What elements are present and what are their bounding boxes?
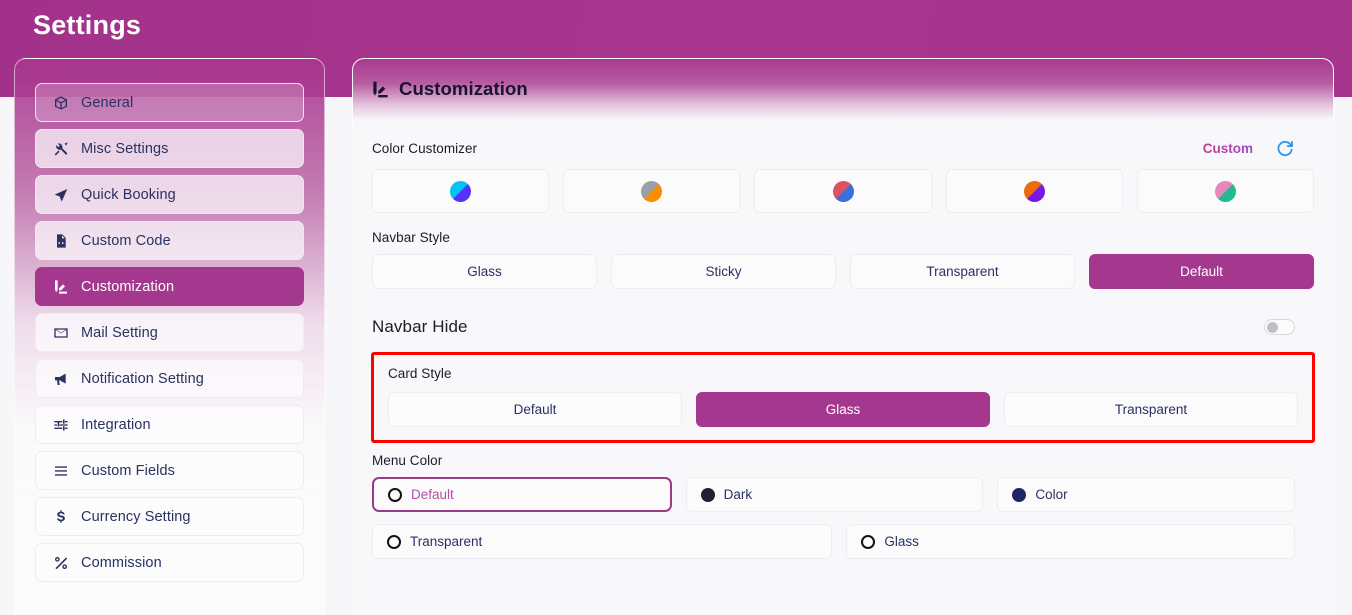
radio-circle-icon: [1012, 487, 1027, 502]
envelope-icon: [52, 324, 69, 341]
card-style-default[interactable]: Default: [388, 392, 682, 427]
custom-color-link[interactable]: Custom: [1203, 141, 1253, 156]
file-code-icon: [52, 232, 69, 249]
customization-panel: Customization Color Customizer Custom Na…: [352, 58, 1334, 615]
radio-circle-icon: [700, 487, 715, 502]
card-style-section: Card Style Default Glass Transparent: [371, 352, 1315, 443]
navbar-style-glass[interactable]: Glass: [372, 254, 597, 289]
sidebar-item-label: Commission: [81, 554, 162, 571]
sidebar-item-currency-setting[interactable]: Currency Setting: [35, 497, 304, 536]
navbar-style-transparent[interactable]: Transparent: [850, 254, 1075, 289]
color-swatch-orange-purple[interactable]: [945, 169, 1123, 213]
menu-color-option-label: Glass: [884, 534, 919, 549]
card-style-transparent[interactable]: Transparent: [1004, 392, 1298, 427]
menu-color-row-2: Transparent Glass: [372, 524, 1314, 559]
sidebar-item-quick-booking[interactable]: Quick Booking: [35, 175, 304, 214]
dollar-icon: [52, 508, 69, 525]
navbar-hide-label: Navbar Hide: [372, 317, 468, 336]
menu-color-option-label: Color: [1035, 487, 1068, 502]
color-customizer-label: Color Customizer: [372, 140, 478, 156]
color-swatch-red-blue[interactable]: [754, 169, 932, 213]
color-customizer-header: Color Customizer Custom: [372, 138, 1314, 158]
swatch-dot: [832, 180, 854, 202]
menu-color-option-label: Default: [411, 487, 454, 502]
card-style-label: Card Style: [388, 366, 452, 381]
menu-color-option-label: Dark: [723, 487, 753, 502]
menu-color-color[interactable]: Color: [997, 477, 1296, 512]
percent-icon: [52, 554, 69, 571]
cube-icon: [52, 94, 69, 111]
palette-icon: [52, 278, 69, 295]
sidebar-item-customization[interactable]: Customization: [35, 267, 304, 306]
menu-color-row-1: Default Dark Color: [372, 477, 1314, 512]
paper-plane-icon: [52, 186, 69, 203]
navbar-style-label: Navbar Style: [372, 230, 450, 245]
sidebar-item-general[interactable]: General: [35, 83, 304, 122]
navbar-style-options: Glass Sticky Transparent Default: [372, 254, 1314, 289]
navbar-style-default[interactable]: Default: [1089, 254, 1314, 289]
sidebar-item-label: Currency Setting: [81, 508, 191, 525]
panel-header: Customization: [353, 59, 1333, 119]
menu-color-label: Menu Color: [372, 453, 443, 468]
color-swatch-gray-orange[interactable]: [563, 169, 741, 213]
color-swatch-row: [372, 169, 1315, 213]
panel-title: Customization: [399, 78, 528, 99]
sidebar-item-label: Customization: [81, 278, 175, 295]
sidebar-item-label: Mail Setting: [81, 324, 158, 341]
sidebar-item-label: General: [81, 94, 134, 111]
menu-color-default[interactable]: Default: [372, 477, 672, 512]
megaphone-icon: [52, 370, 69, 387]
swatch-dot: [1023, 180, 1045, 202]
sidebar-item-mail-setting[interactable]: Mail Setting: [35, 313, 304, 352]
radio-circle-icon: [387, 534, 401, 549]
navbar-hide-row: Navbar Hide: [372, 317, 1314, 337]
swatch-dot: [450, 180, 472, 202]
list-icon: [52, 462, 69, 479]
sidebar-item-label: Quick Booking: [81, 186, 176, 203]
sidebar-item-integration[interactable]: Integration: [35, 405, 304, 444]
sidebar-item-label: Custom Fields: [81, 462, 175, 479]
tools-icon: [52, 140, 69, 157]
menu-color-transparent[interactable]: Transparent: [372, 524, 833, 559]
sidebar-item-commission[interactable]: Commission: [35, 543, 304, 582]
sidebar-nav-list: General Misc Settings Quick Booking Cust…: [35, 83, 304, 582]
navbar-style-sticky[interactable]: Sticky: [611, 254, 836, 289]
sliders-icon: [52, 416, 69, 433]
menu-color-option-label: Transparent: [410, 534, 483, 549]
toggle-knob: [1267, 321, 1278, 333]
sidebar-item-misc-settings[interactable]: Misc Settings: [35, 129, 304, 168]
settings-sidebar: General Misc Settings Quick Booking Cust…: [14, 58, 325, 615]
radio-circle-icon: [388, 487, 402, 502]
sidebar-item-custom-code[interactable]: Custom Code: [35, 221, 304, 260]
menu-color-glass[interactable]: Glass: [846, 524, 1295, 559]
card-style-options: Default Glass Transparent: [388, 392, 1298, 427]
sidebar-item-notification-setting[interactable]: Notification Setting: [35, 359, 304, 398]
sidebar-item-label: Custom Code: [81, 232, 171, 249]
panel-body: Color Customizer Custom Navbar Style Gla…: [353, 119, 1333, 559]
radio-circle-icon: [861, 534, 876, 549]
navbar-hide-toggle[interactable]: [1264, 319, 1295, 335]
menu-color-dark[interactable]: Dark: [685, 477, 984, 512]
sidebar-item-label: Notification Setting: [81, 370, 204, 387]
color-swatch-cyan-blue[interactable]: [372, 169, 550, 213]
swatch-dot: [641, 180, 663, 202]
refresh-icon[interactable]: [1275, 138, 1295, 158]
swatch-dot: [1214, 180, 1236, 202]
color-customizer-actions: Custom: [1203, 138, 1314, 158]
sidebar-item-label: Integration: [81, 416, 151, 433]
palette-icon: [371, 80, 390, 99]
card-style-glass[interactable]: Glass: [696, 392, 990, 427]
sidebar-item-label: Misc Settings: [81, 140, 169, 157]
color-swatch-pink-green[interactable]: [1136, 169, 1315, 213]
sidebar-item-custom-fields[interactable]: Custom Fields: [35, 451, 304, 490]
page-title: Settings: [33, 10, 142, 40]
